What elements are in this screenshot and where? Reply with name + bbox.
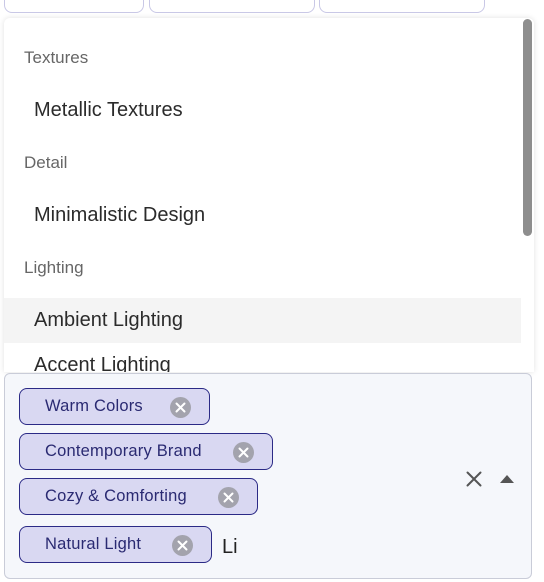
chip-cozy-comforting: Cozy & Comforting — [19, 478, 258, 515]
top-button-2[interactable] — [149, 0, 315, 13]
chip-label: Cozy & Comforting — [45, 487, 187, 505]
top-button-1[interactable] — [4, 0, 144, 13]
chip-warm-colors: Warm Colors — [19, 388, 210, 425]
circle-x-icon[interactable] — [170, 397, 191, 418]
circle-x-icon[interactable] — [218, 487, 239, 508]
chip-label: Natural Light — [45, 535, 142, 553]
group-header-textures: Textures — [24, 48, 89, 67]
circle-x-icon[interactable] — [233, 442, 254, 463]
chip-label: Contemporary Brand — [45, 442, 202, 460]
option-minimalistic-design[interactable]: Minimalistic Design — [4, 193, 521, 238]
chip-contemporary-brand: Contemporary Brand — [19, 433, 273, 470]
option-accent-lighting[interactable]: Accent Lighting — [4, 343, 521, 372]
top-button-3[interactable] — [319, 0, 485, 13]
option-ambient-lighting[interactable]: Ambient Lighting — [4, 298, 521, 343]
chip-label: Warm Colors — [45, 397, 143, 415]
option-metallic-textures[interactable]: Metallic Textures — [4, 88, 521, 133]
close-icon[interactable] — [463, 468, 485, 490]
caret-up-icon[interactable] — [498, 470, 516, 488]
multi-select-control[interactable]: Warm Colors Contemporary Brand Cozy & Co… — [4, 373, 532, 579]
menu-scrollbar[interactable] — [521, 18, 534, 372]
search-input[interactable] — [222, 532, 342, 562]
chip-natural-light: Natural Light — [19, 526, 212, 563]
dropdown-menu: Textures Metallic Textures Detail Minima… — [4, 18, 534, 372]
group-header-lighting: Lighting — [24, 258, 84, 277]
group-header-detail: Detail — [24, 153, 68, 172]
menu-scrollbar-thumb[interactable] — [523, 19, 532, 236]
circle-x-icon[interactable] — [172, 535, 193, 556]
